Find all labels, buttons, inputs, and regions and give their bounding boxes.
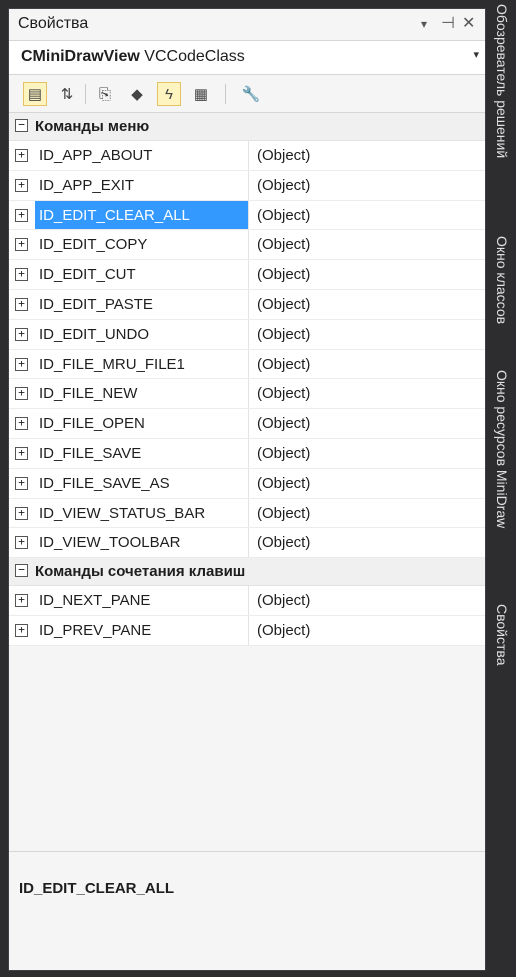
expand-icon[interactable]: + [15, 149, 28, 162]
property-row[interactable]: + ID_VIEW_STATUS_BAR (Object) [9, 498, 485, 529]
property-value[interactable]: (Object) [257, 586, 310, 615]
property-row[interactable]: + ID_PREV_PANE (Object) [9, 615, 485, 646]
property-row[interactable]: + ID_FILE_MRU_FILE1 (Object) [9, 349, 485, 380]
property-row[interactable]: + ID_FILE_SAVE (Object) [9, 438, 485, 469]
expand-icon[interactable]: + [15, 327, 28, 341]
expand-icon[interactable]: + [15, 594, 28, 608]
property-row[interactable]: + ID_VIEW_TOOLBAR (Object) [9, 528, 485, 559]
category-label: Команды сочетания клавиш [35, 563, 246, 581]
property-row[interactable]: + ID_NEXT_PANE (Object) [9, 586, 485, 616]
expand-icon[interactable]: + [15, 268, 28, 282]
property-value[interactable]: (Object) [257, 141, 310, 170]
property-name[interactable]: ID_VIEW_STATUS_BAR [35, 498, 249, 528]
properties-panel: Свойства ▾ ⊣ ✕ CMiniDrawView VCCodeClass… [8, 8, 486, 971]
object-dropdown-icon[interactable]: ▾ [473, 48, 479, 61]
property-value[interactable]: (Object) [257, 616, 310, 645]
property-name[interactable]: ID_EDIT_UNDO [35, 319, 249, 349]
expand-icon[interactable]: + [15, 238, 28, 252]
messages-icon[interactable]: ϟ [157, 82, 181, 106]
panel-title: Свойства [18, 15, 89, 32]
property-name[interactable]: ID_FILE_NEW [35, 379, 249, 409]
property-value[interactable]: (Object) [257, 409, 310, 438]
toolbar-separator [225, 84, 226, 104]
category-label: Команды меню [35, 118, 150, 135]
expand-icon[interactable]: + [15, 357, 28, 371]
expand-icon[interactable]: + [15, 178, 28, 192]
close-icon[interactable]: ✕ [462, 13, 475, 33]
property-name[interactable]: ID_EDIT_PASTE [35, 289, 249, 319]
property-name[interactable]: ID_EDIT_CUT [35, 260, 249, 289]
overrides-icon[interactable]: ▦ [189, 82, 213, 106]
property-value[interactable]: (Object) [257, 379, 310, 408]
side-tab[interactable]: Обозреватель решений [488, 0, 516, 228]
description-pane: ID_EDIT_CLEAR_ALL [9, 851, 485, 970]
expand-icon[interactable]: + [15, 387, 28, 401]
property-name[interactable]: ID_PREV_PANE [35, 615, 249, 645]
category-header[interactable]: − Команды меню [9, 113, 485, 141]
property-value[interactable]: (Object) [257, 290, 310, 319]
property-row[interactable]: + ID_EDIT_COPY (Object) [9, 230, 485, 261]
property-name[interactable]: ID_FILE_MRU_FILE1 [35, 349, 249, 379]
property-row[interactable]: + ID_APP_ABOUT (Object) [9, 141, 485, 171]
property-value[interactable]: (Object) [257, 528, 310, 557]
property-row[interactable]: + ID_EDIT_UNDO (Object) [9, 319, 485, 350]
alphabetical-icon[interactable]: ⇅ [55, 82, 79, 106]
property-value[interactable]: (Object) [257, 171, 310, 200]
properties-toolbar: ▤ ⇅ ⎘ ◆ ϟ ▦ 🔧 [9, 75, 485, 113]
object-class-name: CMiniDrawView [21, 48, 140, 65]
panel-menu-dropdown-icon[interactable]: ▾ [421, 17, 427, 31]
object-class-type: VCCodeClass [144, 48, 245, 65]
collapse-icon[interactable]: − [15, 119, 28, 132]
property-name[interactable]: ID_FILE_SAVE_AS [35, 468, 249, 498]
expand-icon[interactable]: + [15, 476, 28, 490]
side-tab[interactable]: Свойства [488, 600, 516, 690]
property-value[interactable]: (Object) [257, 469, 310, 498]
property-name[interactable]: ID_NEXT_PANE [35, 586, 249, 615]
side-tab[interactable]: Окно классов [488, 232, 516, 362]
property-grid: − Команды меню + ID_APP_ABOUT (Object) + ID_AP… [9, 113, 485, 646]
toolbar-separator [85, 84, 86, 104]
property-value[interactable]: (Object) [257, 439, 310, 468]
property-name[interactable]: ID_APP_EXIT [35, 170, 249, 200]
property-value[interactable]: (Object) [257, 350, 310, 379]
collapse-icon[interactable]: − [15, 564, 28, 578]
expand-icon[interactable]: + [15, 446, 28, 460]
property-row[interactable]: + ID_EDIT_PASTE (Object) [9, 289, 485, 320]
properties-icon[interactable]: ⎘ [93, 82, 117, 106]
property-value[interactable]: (Object) [257, 230, 310, 259]
property-row[interactable]: + ID_FILE_OPEN (Object) [9, 409, 485, 439]
description-title: ID_EDIT_CLEAR_ALL [19, 880, 175, 897]
property-value[interactable]: (Object) [257, 260, 310, 289]
expand-icon[interactable]: + [15, 417, 28, 431]
property-name[interactable]: ID_VIEW_TOOLBAR [35, 528, 249, 558]
expand-icon[interactable]: + [15, 297, 28, 311]
expand-icon[interactable]: + [15, 506, 28, 520]
categorized-icon[interactable]: ▤ [23, 82, 47, 106]
object-name: CMiniDrawView VCCodeClass [21, 48, 245, 66]
property-pages-icon[interactable]: 🔧 [239, 82, 263, 106]
pin-icon[interactable]: ⊣ [441, 13, 455, 33]
property-value[interactable]: (Object) [257, 201, 310, 230]
property-name[interactable]: ID_APP_ABOUT [35, 141, 249, 170]
property-row[interactable]: + ID_EDIT_CUT (Object) [9, 260, 485, 290]
property-name[interactable]: ID_EDIT_CLEAR_ALL [35, 200, 249, 230]
events-icon[interactable]: ◆ [125, 82, 149, 106]
property-row[interactable]: + ID_FILE_NEW (Object) [9, 379, 485, 410]
object-selector[interactable]: CMiniDrawView VCCodeClass ▾ [9, 41, 485, 75]
property-row[interactable]: + ID_APP_EXIT (Object) [9, 170, 485, 201]
property-row[interactable]: + ID_EDIT_CLEAR_ALL (Object) [9, 200, 485, 231]
property-value[interactable]: (Object) [257, 499, 310, 528]
side-tab-strip: Обозреватель решений Окно классов Окно рес… [488, 0, 516, 977]
side-tab[interactable]: Окно ресурсов MiniDraw [488, 366, 516, 596]
property-name[interactable]: ID_FILE_SAVE [35, 438, 249, 468]
expand-icon[interactable]: + [15, 208, 28, 222]
property-name[interactable]: ID_FILE_OPEN [35, 409, 249, 438]
panel-titlebar: Свойства ▾ ⊣ ✕ [9, 9, 485, 41]
property-value[interactable]: (Object) [257, 320, 310, 349]
category-header[interactable]: − Команды сочетания клавиш [9, 558, 485, 587]
expand-icon[interactable]: + [15, 623, 28, 637]
property-name[interactable]: ID_EDIT_COPY [35, 230, 249, 260]
expand-icon[interactable]: + [15, 536, 28, 550]
property-row[interactable]: + ID_FILE_SAVE_AS (Object) [9, 468, 485, 499]
